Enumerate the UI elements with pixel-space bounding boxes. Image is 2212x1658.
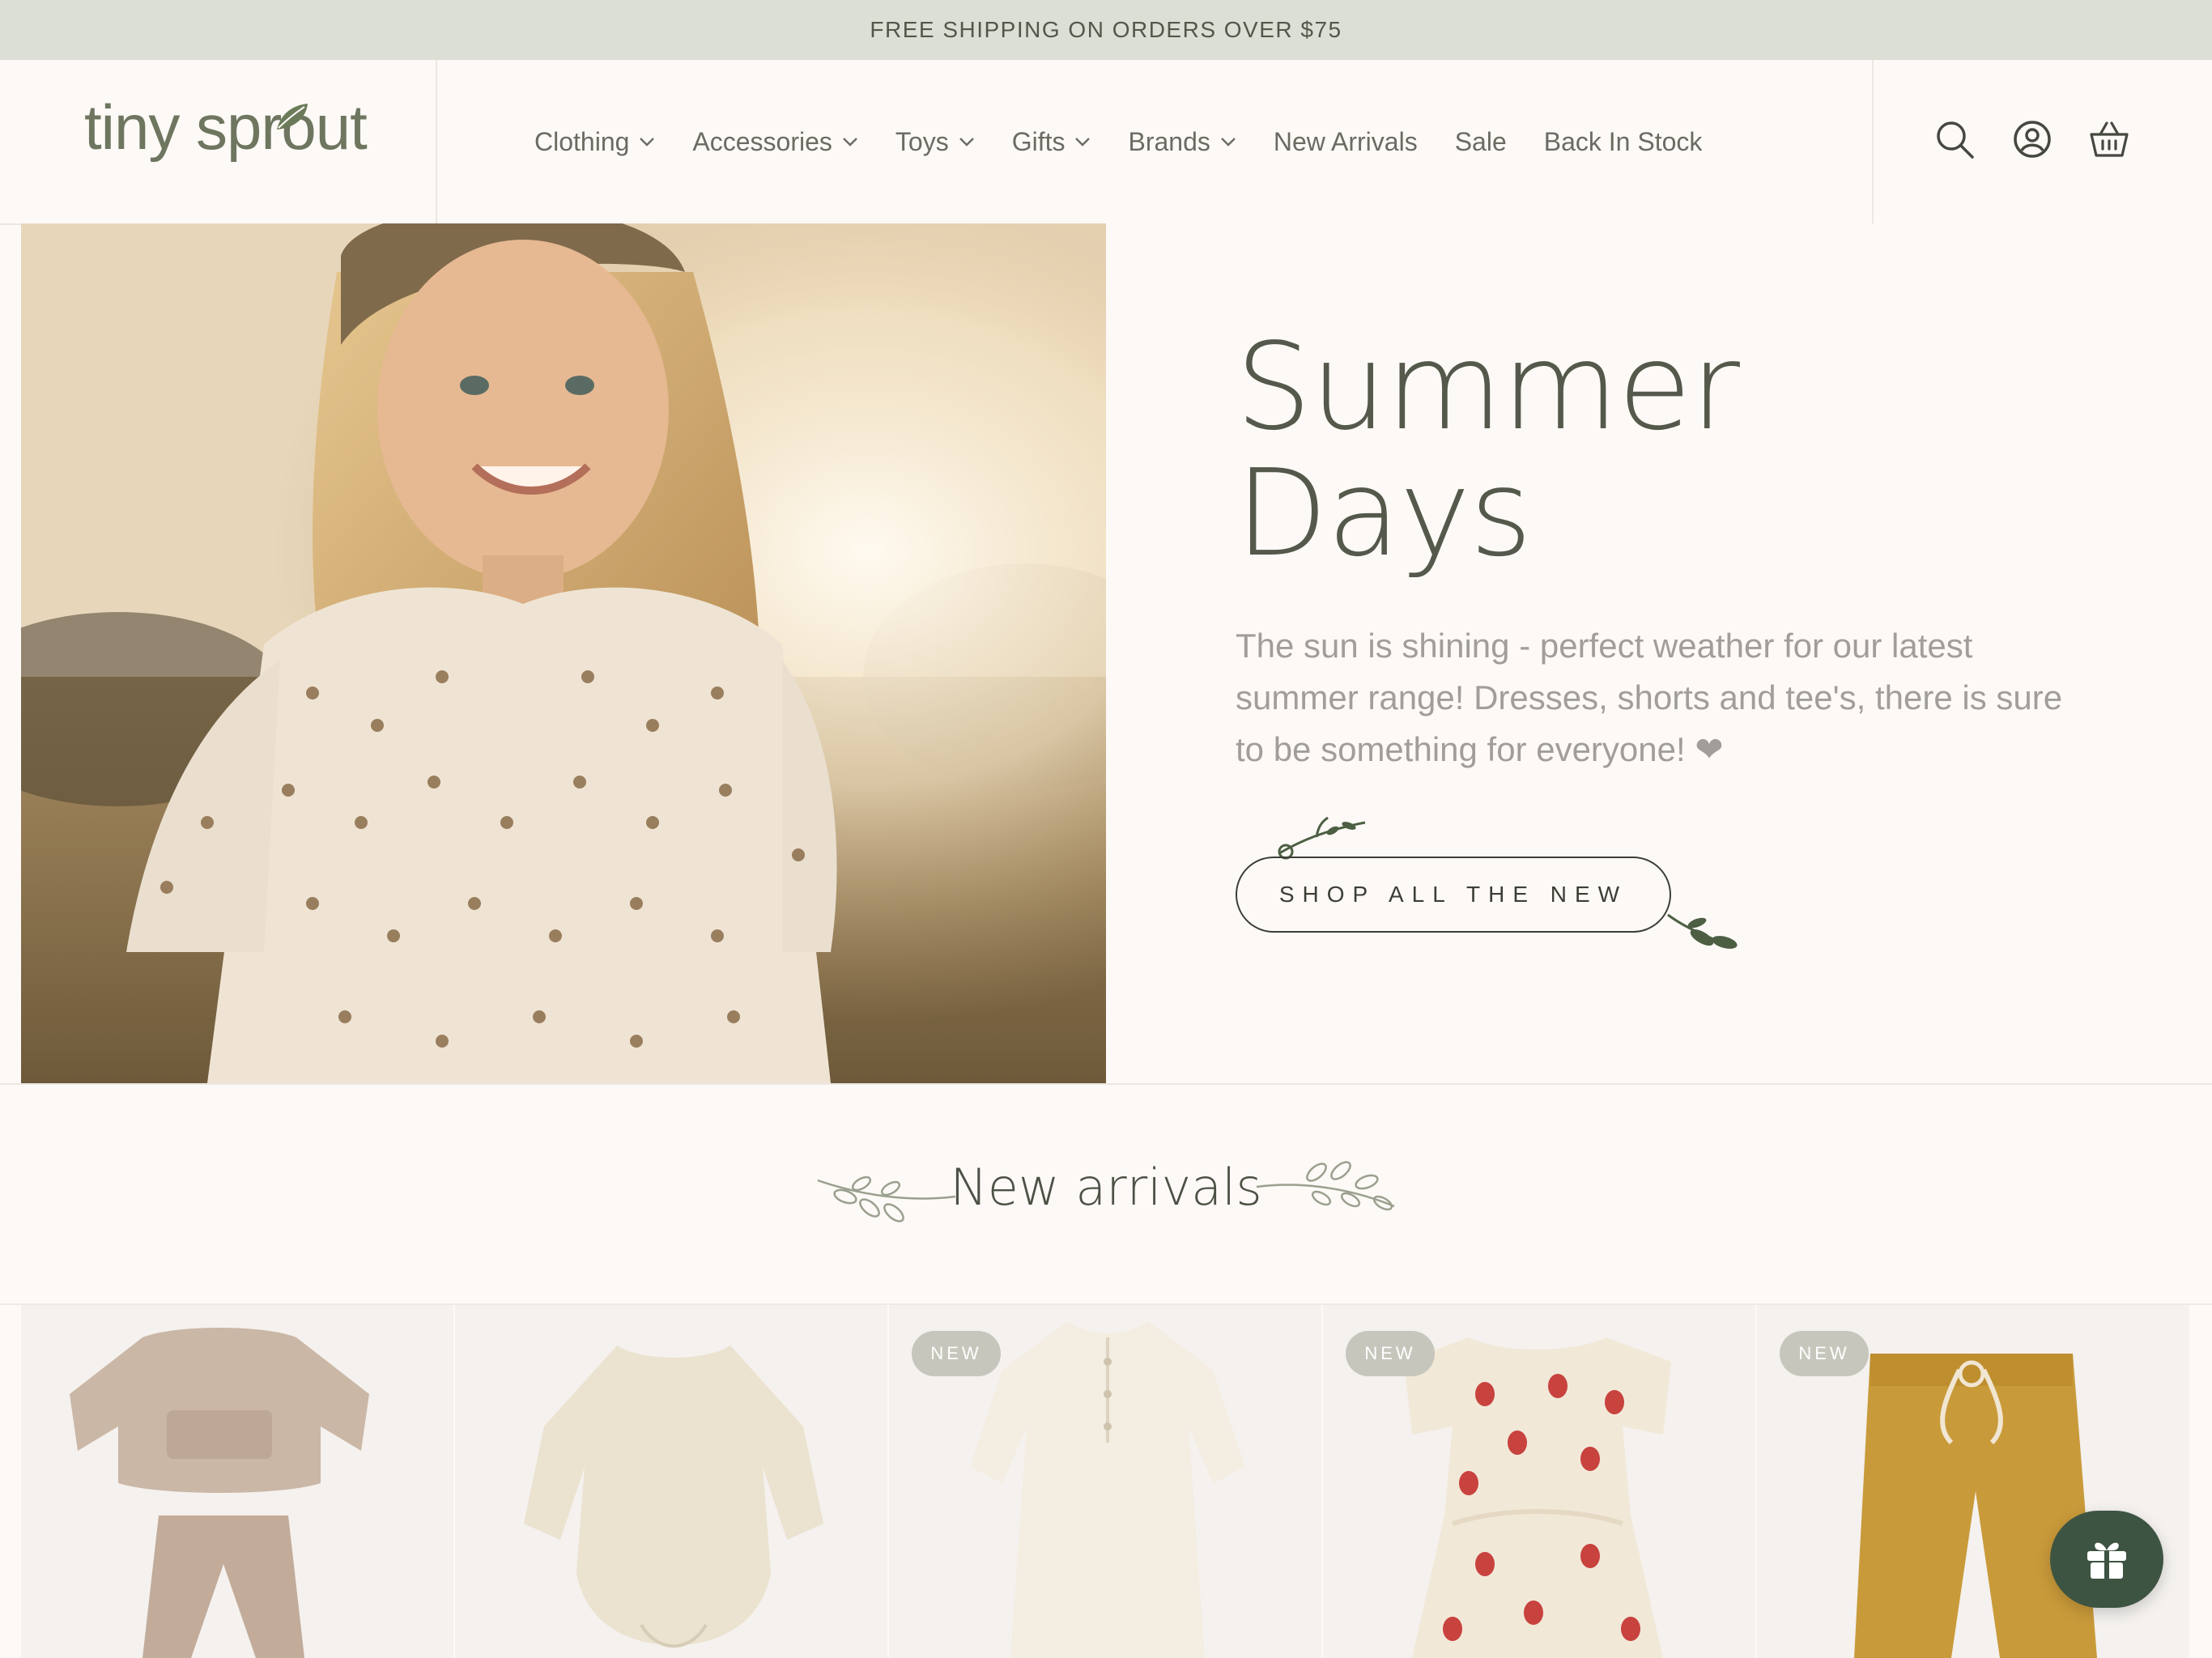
search-icon[interactable] (1935, 120, 1976, 160)
nav-back-in-stock[interactable]: Back In Stock (1544, 127, 1703, 157)
announcement-bar: FREE SHIPPING ON ORDERS OVER $75 (0, 0, 2212, 60)
nav-sale[interactable]: Sale (1455, 127, 1507, 157)
nav-label: Toys (895, 126, 949, 156)
chevron-down-icon (1221, 138, 1236, 147)
leaf-branch-left-icon (817, 1175, 956, 1222)
nav-label: Back In Stock (1543, 126, 1703, 156)
product-card[interactable]: NEW (1323, 1305, 1757, 1658)
section-title-text: New arrivals (950, 1158, 1262, 1217)
logo-leaf-icon (277, 104, 308, 130)
chevron-down-icon (640, 138, 655, 147)
nav-new-arrivals[interactable]: New Arrivals (1274, 127, 1418, 157)
new-badge: NEW (912, 1331, 1001, 1376)
nav-label: Clothing (534, 126, 630, 156)
hero-divider (0, 1083, 2212, 1085)
vine-decoration-icon (1278, 816, 1366, 860)
chevron-down-icon (843, 138, 857, 147)
hero-image[interactable] (21, 223, 1106, 1083)
nav-label: Gifts (1011, 126, 1066, 156)
logo-text: tiny sprout (84, 91, 368, 163)
nav-accessories[interactable]: Accessories (692, 127, 858, 157)
nav-label: Brands (1128, 126, 1210, 156)
nav-toys[interactable]: Toys (895, 127, 975, 157)
account-icon[interactable] (2013, 120, 2052, 159)
basket-icon[interactable] (2089, 120, 2129, 159)
leaf-branch-right-icon (1256, 1161, 1395, 1211)
product-grid: NEW NEW NEW (21, 1305, 2191, 1658)
hero-title-line1: Summer (1236, 317, 1740, 457)
chevron-down-icon (959, 138, 974, 147)
hero-title-line2: Days (1236, 444, 1532, 583)
romper-icon (524, 1346, 823, 1648)
girl-in-field-image (21, 223, 1106, 1083)
hero-title: Summer Days (1236, 324, 1964, 576)
main-nav: Clothing Accessories Toys Gifts Brands N… (534, 60, 1739, 223)
gift-icon (2087, 1542, 2126, 1579)
vine-decoration-icon (1667, 913, 1738, 949)
product-card[interactable]: NEW (889, 1305, 1323, 1658)
shop-all-new-button[interactable]: SHOP ALL THE NEW (1236, 857, 1671, 933)
header-icons (1872, 60, 2212, 223)
nav-brands[interactable]: Brands (1128, 127, 1236, 157)
site-logo[interactable]: tiny sprout (84, 91, 368, 164)
rewards-gift-button[interactable] (2050, 1511, 2163, 1608)
new-badge: NEW (1346, 1331, 1435, 1376)
new-badge: NEW (1780, 1331, 1869, 1376)
hero-content: Summer Days The sun is shining - perfect… (1106, 223, 2212, 1083)
nav-label: Accessories (692, 126, 832, 156)
chevron-down-icon (1075, 138, 1091, 147)
logo-cell: tiny sprout (0, 60, 437, 223)
nav-label: New Arrivals (1273, 126, 1418, 156)
nav-label: Sale (1454, 126, 1507, 156)
nav-gifts[interactable]: Gifts (1012, 127, 1091, 157)
announcement-text: FREE SHIPPING ON ORDERS OVER $75 (870, 17, 1342, 42)
site-header: tiny sprout Clothing Accessories Toys Gi… (0, 60, 2212, 225)
product-card[interactable] (21, 1305, 455, 1658)
nav-clothing[interactable]: Clothing (534, 127, 655, 157)
hero-description: The sun is shining - perfect weather for… (1236, 627, 2063, 768)
new-arrivals-title: New arrivals (0, 1158, 2212, 1217)
sweater-set-icon (70, 1328, 369, 1658)
product-card[interactable] (455, 1305, 889, 1658)
